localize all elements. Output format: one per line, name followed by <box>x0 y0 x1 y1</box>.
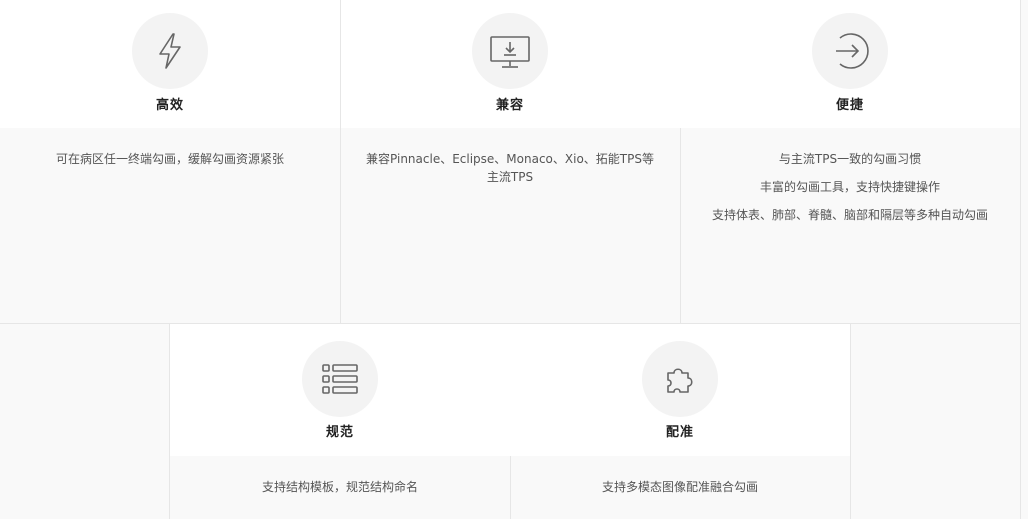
divider <box>340 0 341 323</box>
feature-title: 高效 <box>155 98 184 113</box>
feature-title: 配准 <box>665 425 694 440</box>
feature-card-header: 兼容 <box>340 0 680 128</box>
feature-card-compatible: 兼容 兼容Pinnacle、Eclipse、Monaco、Xio、拓能TPS等主… <box>340 0 680 323</box>
feature-card-registration: 配准 支持多模态图像配准融合勾画 <box>510 324 850 519</box>
features-section: 高效 可在病区任一终端勾画，缓解勾画资源紧张 兼容 兼容Pinnacle、Ecl… <box>0 0 1028 519</box>
divider <box>169 324 170 519</box>
feature-description-line: 兼容Pinnacle、Eclipse、Monaco、Xio、拓能TPS等主流TP… <box>366 152 654 184</box>
feature-card-efficient: 高效 可在病区任一终端勾画，缓解勾画资源紧张 <box>0 0 340 323</box>
feature-title: 兼容 <box>495 98 524 113</box>
feature-description-line: 支持多模态图像配准融合勾画 <box>601 480 758 494</box>
divider <box>510 456 511 519</box>
puzzle-icon <box>642 341 718 417</box>
list-icon <box>302 341 378 417</box>
feature-card-header: 便捷 <box>680 0 1020 128</box>
feature-description-line: 可在病区任一终端勾画，缓解勾画资源紧张 <box>55 152 284 166</box>
divider <box>1020 0 1021 519</box>
divider <box>680 128 681 323</box>
feature-description-line: 支持体表、肺部、脊髓、脑部和隔层等多种自动勾画 <box>711 208 988 222</box>
sign-in-arrow-icon <box>812 13 888 89</box>
feature-card-header: 高效 <box>0 0 340 128</box>
feature-description: 支持多模态图像配准融合勾画 <box>510 456 850 519</box>
feature-card-header: 配准 <box>510 324 850 456</box>
feature-card-standard: 规范 支持结构模板，规范结构命名 <box>170 324 510 519</box>
lightning-icon <box>132 13 208 89</box>
feature-card-convenient: 便捷 与主流TPS一致的勾画习惯 丰富的勾画工具，支持快捷键操作 支持体表、肺部… <box>680 0 1020 323</box>
feature-description-line: 支持结构模板，规范结构命名 <box>261 480 418 494</box>
feature-card-header: 规范 <box>170 324 510 456</box>
feature-description: 与主流TPS一致的勾画习惯 丰富的勾画工具，支持快捷键操作 支持体表、肺部、脊髓… <box>680 128 1020 323</box>
feature-description: 可在病区任一终端勾画，缓解勾画资源紧张 <box>0 128 340 323</box>
feature-description: 兼容Pinnacle、Eclipse、Monaco、Xio、拓能TPS等主流TP… <box>340 128 680 323</box>
feature-title: 规范 <box>325 425 354 440</box>
divider <box>850 324 851 519</box>
feature-title: 便捷 <box>835 98 864 113</box>
feature-description-line: 丰富的勾画工具，支持快捷键操作 <box>759 180 940 194</box>
monitor-download-icon <box>472 13 548 89</box>
feature-description-line: 与主流TPS一致的勾画习惯 <box>778 152 922 166</box>
feature-description: 支持结构模板，规范结构命名 <box>170 456 510 519</box>
divider <box>0 323 1020 324</box>
